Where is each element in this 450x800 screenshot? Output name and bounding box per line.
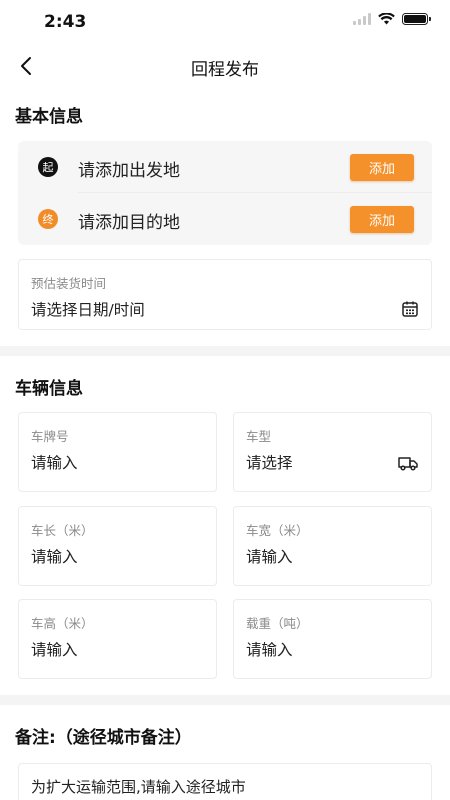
- add-destination-button[interactable]: 添加: [350, 206, 414, 233]
- page-title: 回程发布: [191, 60, 259, 80]
- loading-time-field[interactable]: 预估装货时间 请选择日期/时间: [18, 259, 432, 330]
- location-card: 起 请添加出发地 添加 终 请添加目的地 添加: [18, 141, 432, 245]
- vehicle-length-field[interactable]: 车长（米） 请输入: [18, 506, 217, 586]
- origin-badge: 起: [38, 157, 58, 177]
- destination-placeholder: 请添加目的地: [78, 213, 180, 233]
- vehicle-type-select: 请选择: [246, 454, 293, 472]
- vehicle-width-input: 请输入: [246, 548, 293, 566]
- section-divider: [0, 695, 450, 705]
- vehicle-length-input: 请输入: [31, 548, 78, 566]
- vehicle-width-label: 车宽（米）: [246, 523, 309, 538]
- loading-time-value: 请选择日期/时间: [31, 301, 145, 319]
- vehicle-height-label: 车高（米）: [31, 616, 94, 631]
- status-icons: [353, 13, 431, 25]
- plate-number-input: 请输入: [31, 454, 78, 472]
- wifi-icon: [378, 13, 395, 25]
- loading-time-label: 预估装货时间: [31, 276, 107, 291]
- load-capacity-input: 请输入: [246, 641, 293, 659]
- signal-icon: [353, 13, 371, 25]
- nav-bar: 回程发布: [0, 44, 450, 88]
- truck-icon: [398, 457, 418, 471]
- origin-placeholder: 请添加出发地: [78, 161, 180, 181]
- vehicle-type-field[interactable]: 车型 请选择: [233, 412, 432, 492]
- plate-number-field[interactable]: 车牌号 请输入: [18, 412, 217, 492]
- load-capacity-field[interactable]: 载重（吨） 请输入: [233, 599, 432, 679]
- vehicle-width-field[interactable]: 车宽（米） 请输入: [233, 506, 432, 586]
- battery-icon: [402, 13, 431, 25]
- load-capacity-label: 载重（吨）: [246, 616, 309, 631]
- vehicle-length-label: 车长（米）: [31, 523, 94, 538]
- plate-number-label: 车牌号: [31, 429, 69, 444]
- section-divider: [0, 346, 450, 356]
- add-origin-button[interactable]: 添加: [350, 154, 414, 181]
- calendar-icon: [402, 301, 418, 317]
- remarks-placeholder: 为扩大运输范围,请输入途径城市: [31, 778, 246, 796]
- origin-row[interactable]: 起 请添加出发地 添加: [18, 141, 432, 193]
- destination-row[interactable]: 终 请添加目的地 添加: [18, 193, 432, 245]
- vehicle-info-title: 车辆信息: [15, 379, 83, 399]
- destination-badge: 终: [38, 209, 58, 229]
- basic-info-title: 基本信息: [15, 107, 83, 127]
- status-time: 2:43: [44, 12, 87, 32]
- status-bar: 2:43: [0, 0, 450, 44]
- vehicle-height-input: 请输入: [31, 641, 78, 659]
- remarks-title: 备注:（途径城市备注）: [15, 728, 192, 748]
- remarks-input[interactable]: 为扩大运输范围,请输入途径城市: [18, 763, 432, 800]
- vehicle-type-label: 车型: [246, 429, 272, 444]
- vehicle-height-field[interactable]: 车高（米） 请输入: [18, 599, 217, 679]
